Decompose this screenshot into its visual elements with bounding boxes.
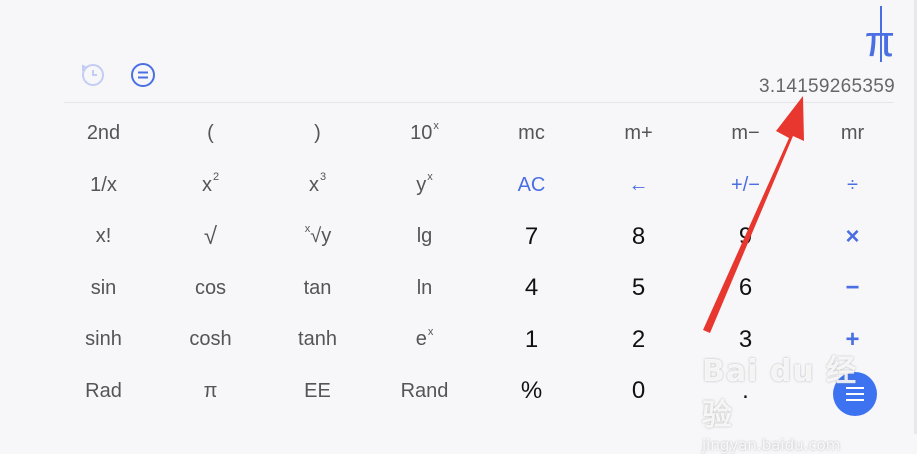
- key-divide[interactable]: ÷: [799, 160, 906, 212]
- key-e-power-x-base: e: [415, 328, 427, 351]
- key-add[interactable]: +: [799, 314, 906, 366]
- key-9[interactable]: 9: [692, 211, 799, 263]
- key-2[interactable]: 2: [585, 314, 692, 366]
- key-y-power-x-base: y: [416, 173, 427, 196]
- key-x-squared-sup: 2: [212, 171, 220, 184]
- key-ln[interactable]: ln: [371, 263, 478, 315]
- key-x-root-y-index: x: [304, 222, 311, 235]
- menu-lines-icon[interactable]: [833, 372, 877, 416]
- key-ten-power-x-sup: x: [433, 119, 439, 132]
- text-cursor: [880, 6, 882, 62]
- menu-line: [846, 387, 864, 389]
- key-all-clear[interactable]: AC: [478, 160, 585, 212]
- key-lg[interactable]: lg: [371, 211, 478, 263]
- key-6[interactable]: 6: [692, 263, 799, 315]
- key-x-cubed-base: x: [308, 173, 319, 196]
- equals-menu-icon[interactable]: [130, 62, 156, 88]
- key-2nd[interactable]: 2nd: [50, 108, 157, 160]
- key-e-power-x[interactable]: ex: [371, 314, 478, 366]
- key-subtract[interactable]: −: [799, 263, 906, 315]
- key-rad[interactable]: Rad: [50, 366, 157, 418]
- key-tan[interactable]: tan: [264, 263, 371, 315]
- key-backspace[interactable]: ←: [585, 160, 692, 212]
- key-x-squared-base: x: [201, 173, 212, 196]
- key-cos[interactable]: cos: [157, 263, 264, 315]
- key-8[interactable]: 8: [585, 211, 692, 263]
- key-sin[interactable]: sin: [50, 263, 157, 315]
- key-rand[interactable]: Rand: [371, 366, 478, 418]
- key-cosh[interactable]: cosh: [157, 314, 264, 366]
- keypad: 2nd ( ) 10 x mc m+ m− mr 1/x x2 x3 yx AC …: [50, 108, 906, 417]
- key-ee[interactable]: EE: [264, 366, 371, 418]
- key-tanh[interactable]: tanh: [264, 314, 371, 366]
- key-5[interactable]: 5: [585, 263, 692, 315]
- key-x-root-y-base: √y: [310, 225, 332, 248]
- key-reciprocal[interactable]: 1/x: [50, 160, 157, 212]
- key-7[interactable]: 7: [478, 211, 585, 263]
- key-mr[interactable]: mr: [799, 108, 906, 160]
- key-x-squared[interactable]: x2: [157, 160, 264, 212]
- menu-line: [846, 399, 864, 401]
- key-plus-minus[interactable]: +/−: [692, 160, 799, 212]
- key-m-minus[interactable]: m−: [692, 108, 799, 160]
- key-multiply[interactable]: ×: [799, 211, 906, 263]
- watermark-url: jingyan.baidu.com: [702, 436, 841, 454]
- key-ten-power-x-base: 10: [410, 122, 433, 145]
- key-4[interactable]: 4: [478, 263, 585, 315]
- key-x-cubed[interactable]: x3: [264, 160, 371, 212]
- key-ten-power-x[interactable]: 10 x: [371, 108, 478, 160]
- key-1[interactable]: 1: [478, 314, 585, 366]
- key-percent[interactable]: %: [478, 366, 585, 418]
- key-y-power-x[interactable]: yx: [371, 160, 478, 212]
- history-clock-icon[interactable]: [80, 62, 106, 88]
- key-factorial[interactable]: x!: [50, 211, 157, 263]
- key-decimal[interactable]: .: [692, 366, 799, 418]
- key-e-power-x-sup: x: [427, 325, 434, 338]
- key-square-root[interactable]: √: [157, 211, 264, 263]
- key-x-cubed-sup: 3: [319, 171, 327, 184]
- key-y-power-x-sup: x: [427, 171, 433, 184]
- key-close-paren[interactable]: ): [264, 108, 371, 160]
- key-m-plus[interactable]: m+: [585, 108, 692, 160]
- key-mc[interactable]: mc: [478, 108, 585, 160]
- key-open-paren[interactable]: (: [157, 108, 264, 160]
- key-x-root-y[interactable]: x √y: [264, 211, 371, 263]
- key-sinh[interactable]: sinh: [50, 314, 157, 366]
- key-pi[interactable]: π: [157, 366, 264, 418]
- key-0[interactable]: 0: [585, 366, 692, 418]
- result-display: 3.14159265359: [759, 76, 895, 97]
- display-divider: [64, 102, 894, 103]
- key-3[interactable]: 3: [692, 314, 799, 366]
- menu-line: [846, 393, 864, 395]
